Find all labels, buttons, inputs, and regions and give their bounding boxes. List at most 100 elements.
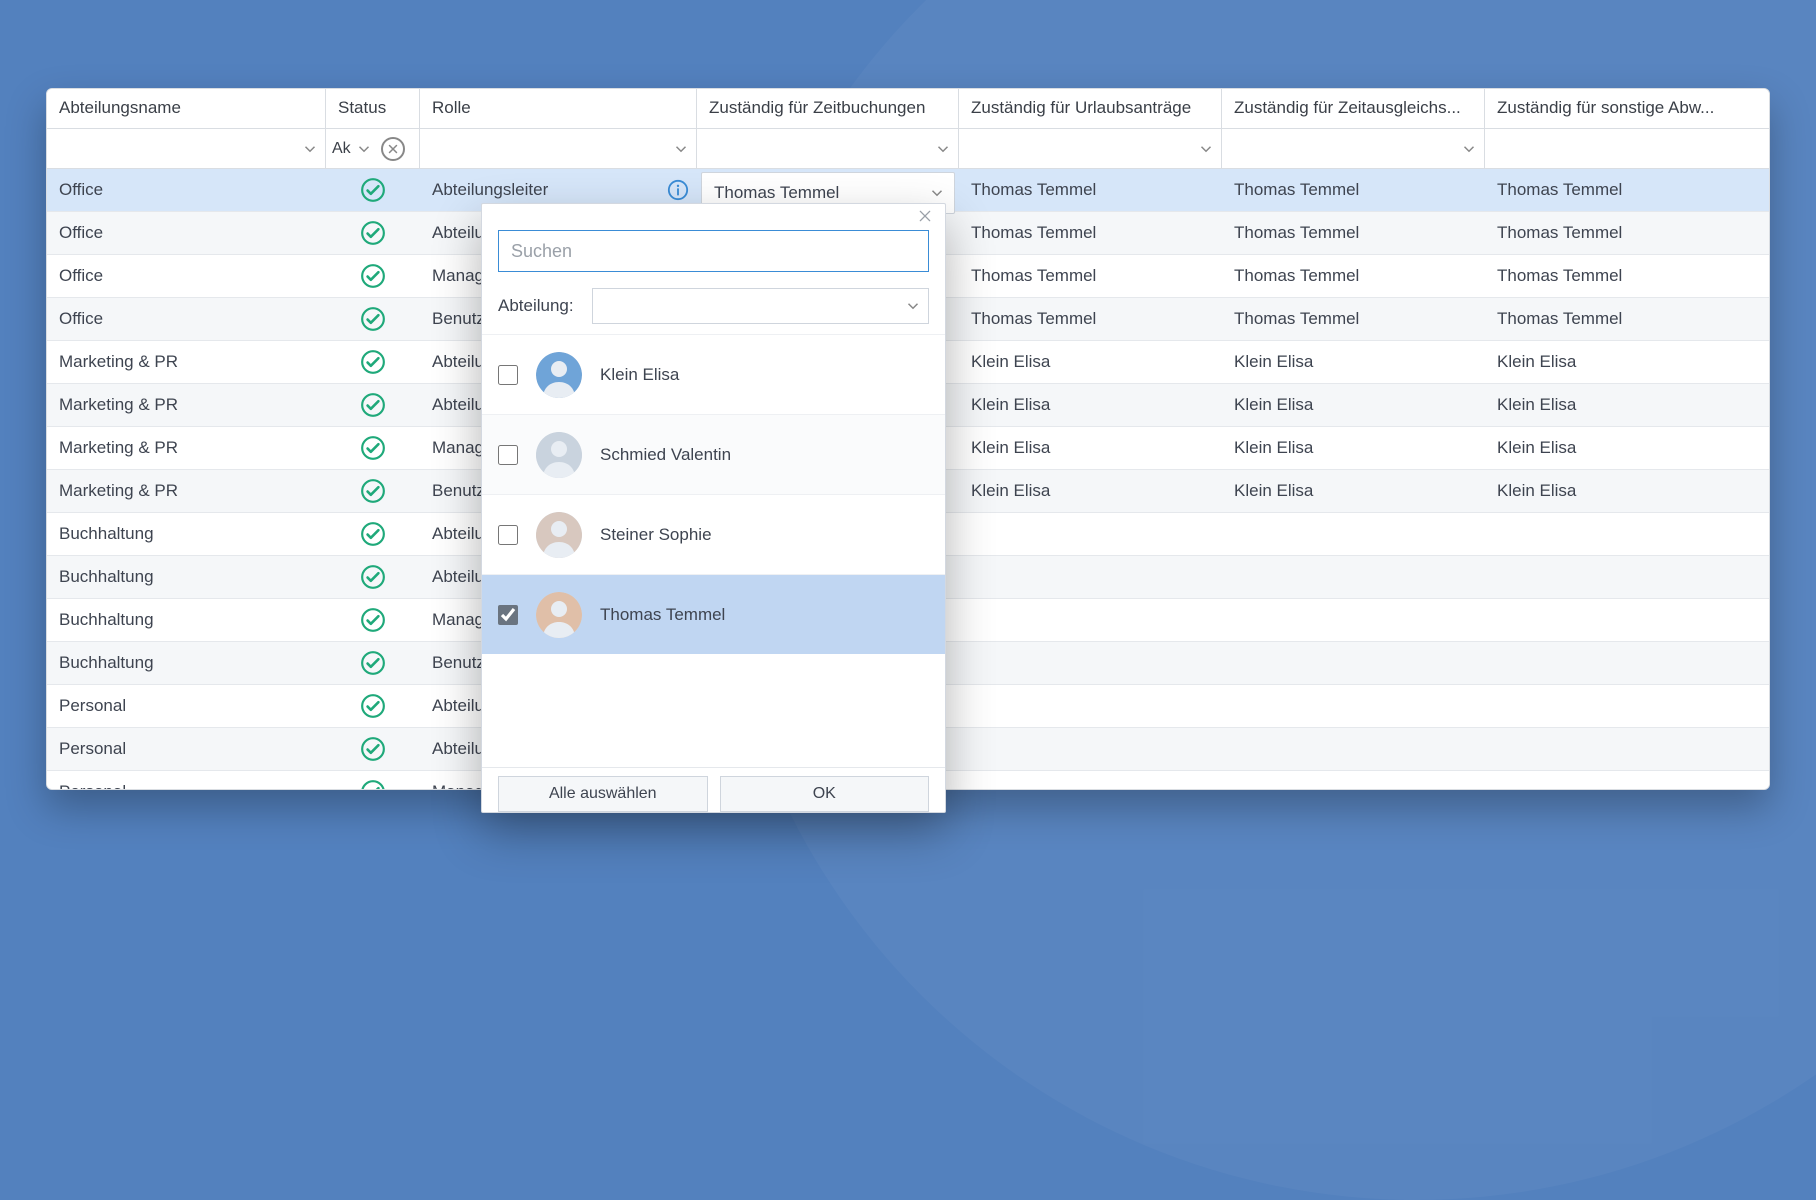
- cell-dept: Buchhaltung: [47, 599, 326, 641]
- check-circle-icon: [360, 564, 386, 590]
- table-header: Abteilungsname Status Rolle Zuständig fü…: [47, 89, 1769, 129]
- cell-status: [326, 470, 420, 512]
- header-zeitausgleich[interactable]: Zuständig für Zeitausgleichs...: [1222, 89, 1485, 128]
- check-circle-icon: [360, 392, 386, 418]
- check-circle-icon: [360, 435, 386, 461]
- check-circle-icon: [360, 177, 386, 203]
- person-list-item[interactable]: Thomas Temmel: [482, 574, 945, 654]
- cell-z4: [1485, 642, 1769, 684]
- person-checkbox[interactable]: [498, 605, 518, 625]
- cell-z4: Thomas Temmel: [1485, 212, 1769, 254]
- cell-z4: Klein Elisa: [1485, 384, 1769, 426]
- cell-z2: Klein Elisa: [959, 427, 1222, 469]
- header-status[interactable]: Status: [326, 89, 420, 128]
- cell-z2: [959, 728, 1222, 770]
- filter-zeitbuchungen[interactable]: [697, 129, 959, 168]
- filter-zeitbuchungen-input[interactable]: [697, 130, 958, 168]
- cell-dept: Office: [47, 255, 326, 297]
- person-name: Thomas Temmel: [600, 605, 725, 625]
- person-list-item[interactable]: Steiner Sophie: [482, 494, 945, 574]
- check-circle-icon: [360, 607, 386, 633]
- cell-dept: Buchhaltung: [47, 556, 326, 598]
- cell-z2: [959, 685, 1222, 727]
- filter-status[interactable]: Ak: [326, 129, 420, 168]
- inline-person-select-value: Thomas Temmel: [714, 183, 839, 203]
- person-list-item[interactable]: Schmied Valentin: [482, 414, 945, 494]
- cell-status: [326, 255, 420, 297]
- avatar: [536, 352, 582, 398]
- person-checkbox[interactable]: [498, 525, 518, 545]
- cell-z3: [1222, 685, 1485, 727]
- person-checkbox[interactable]: [498, 445, 518, 465]
- close-icon: [917, 208, 933, 224]
- popup-dept-label: Abteilung:: [498, 296, 574, 316]
- check-circle-icon: [360, 349, 386, 375]
- filter-zeitausgleich-input[interactable]: [1222, 130, 1484, 168]
- cell-dept: Buchhaltung: [47, 513, 326, 555]
- cell-dept: Personal: [47, 771, 326, 790]
- header-zeitbuchungen[interactable]: Zuständig für Zeitbuchungen: [697, 89, 959, 128]
- cell-status: [326, 771, 420, 790]
- cell-z4: Thomas Temmel: [1485, 169, 1769, 211]
- cell-z2: [959, 642, 1222, 684]
- cell-z3: Klein Elisa: [1222, 427, 1485, 469]
- cell-z3: [1222, 513, 1485, 555]
- cell-z3: Klein Elisa: [1222, 384, 1485, 426]
- cell-status: [326, 427, 420, 469]
- cell-status: [326, 642, 420, 684]
- avatar: [536, 512, 582, 558]
- cell-z3: Thomas Temmel: [1222, 212, 1485, 254]
- filter-rolle[interactable]: [420, 129, 697, 168]
- person-list-item[interactable]: Klein Elisa: [482, 334, 945, 414]
- cell-z3: [1222, 556, 1485, 598]
- cell-status: [326, 169, 420, 211]
- cell-z2: [959, 771, 1222, 790]
- header-abteilungsname[interactable]: Abteilungsname: [47, 89, 326, 128]
- filter-sonstige[interactable]: [1485, 129, 1769, 168]
- filter-urlaub-input[interactable]: [959, 130, 1221, 168]
- popup-dept-select[interactable]: [592, 288, 929, 324]
- check-circle-icon: [360, 779, 386, 790]
- cell-z3: Thomas Temmel: [1222, 298, 1485, 340]
- filter-abteilungsname[interactable]: [47, 129, 326, 168]
- cell-status: [326, 384, 420, 426]
- filter-rolle-input[interactable]: [420, 130, 696, 168]
- select-all-button[interactable]: Alle auswählen: [498, 776, 708, 812]
- person-name: Schmied Valentin: [600, 445, 731, 465]
- header-sonstige[interactable]: Zuständig für sonstige Abw...: [1485, 89, 1769, 128]
- cell-status: [326, 341, 420, 383]
- cell-z3: Thomas Temmel: [1222, 255, 1485, 297]
- cell-z3: Thomas Temmel: [1222, 169, 1485, 211]
- chevron-down-icon: [355, 140, 373, 158]
- popup-close-button[interactable]: [917, 208, 937, 228]
- person-name: Steiner Sophie: [600, 525, 712, 545]
- clear-filter-button[interactable]: [381, 137, 405, 161]
- cell-dept: Marketing & PR: [47, 384, 326, 426]
- cell-z3: [1222, 771, 1485, 790]
- info-icon: [667, 179, 689, 201]
- cell-status: [326, 556, 420, 598]
- cell-z4: [1485, 728, 1769, 770]
- filter-zeitausgleich[interactable]: [1222, 129, 1485, 168]
- popup-person-list: Klein Elisa Schmied Valentin Steiner Sophi…: [482, 334, 945, 767]
- cell-z4: [1485, 513, 1769, 555]
- filter-abteilungsname-input[interactable]: [47, 130, 325, 168]
- header-urlaubsantraege[interactable]: Zuständig für Urlaubsanträge: [959, 89, 1222, 128]
- cell-dept: Marketing & PR: [47, 470, 326, 512]
- header-rolle[interactable]: Rolle: [420, 89, 697, 128]
- cell-z4: Klein Elisa: [1485, 341, 1769, 383]
- filter-sonstige-input[interactable]: [1485, 130, 1769, 168]
- filter-urlaub[interactable]: [959, 129, 1222, 168]
- cell-z2: Thomas Temmel: [959, 212, 1222, 254]
- check-circle-icon: [360, 521, 386, 547]
- cell-z2: [959, 599, 1222, 641]
- avatar: [536, 592, 582, 638]
- cell-status: [326, 685, 420, 727]
- ok-button[interactable]: OK: [720, 776, 930, 812]
- popup-search-input[interactable]: [498, 230, 929, 272]
- check-circle-icon: [360, 693, 386, 719]
- check-circle-icon: [360, 263, 386, 289]
- person-checkbox[interactable]: [498, 365, 518, 385]
- check-circle-icon: [360, 650, 386, 676]
- cell-dept: Personal: [47, 685, 326, 727]
